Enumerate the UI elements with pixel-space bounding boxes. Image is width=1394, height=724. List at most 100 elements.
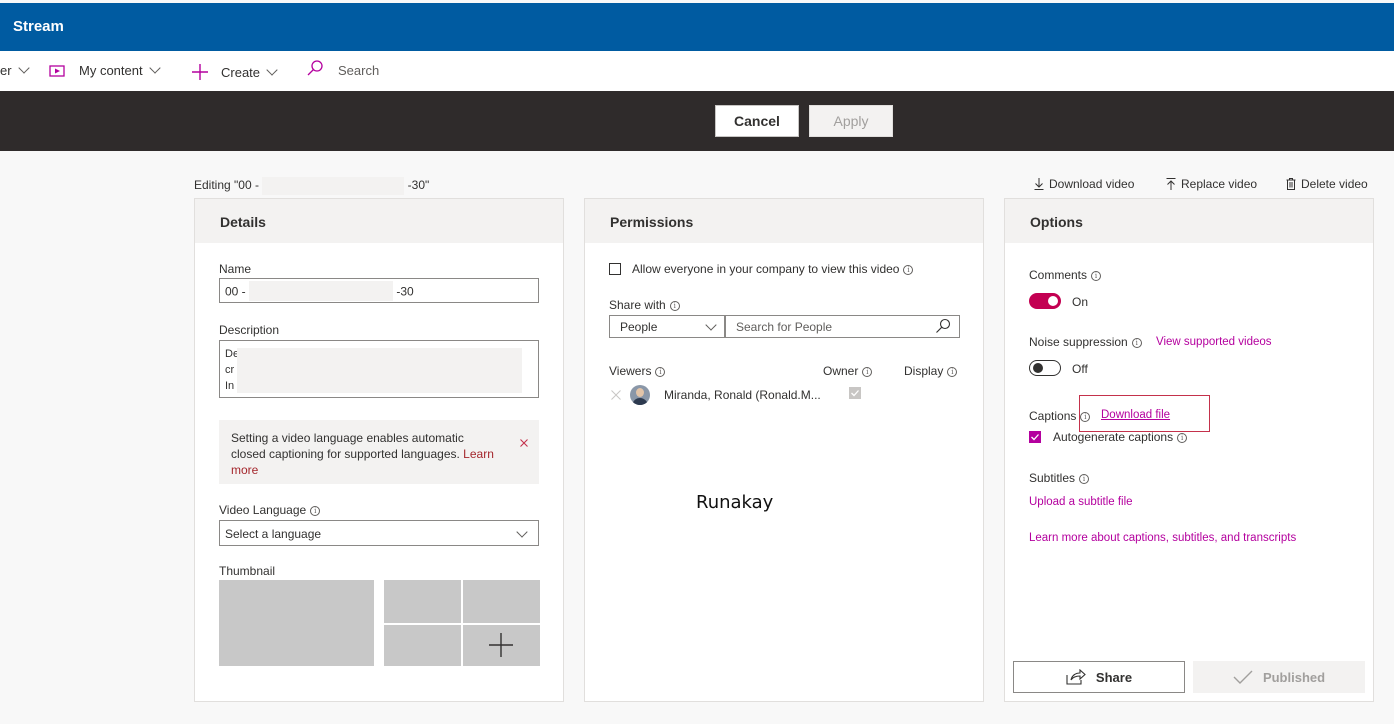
learn-more-captions-link[interactable]: Learn more about captions, subtitles, an… [1029, 532, 1296, 544]
redacted-region [249, 281, 394, 301]
allow-everyone-checkbox[interactable] [609, 263, 621, 275]
info-icon[interactable]: i [1131, 337, 1142, 348]
permissions-title: Permissions [585, 199, 983, 243]
thumbnail-label: Thumbnail [219, 564, 276, 578]
upload-subtitle-link[interactable]: Upload a subtitle file [1029, 496, 1133, 508]
nav-item-partial[interactable]: er [0, 62, 30, 78]
add-thumbnail-button[interactable] [463, 625, 540, 666]
nav-create-label: Create [221, 64, 261, 80]
search-icon [936, 318, 951, 333]
view-supported-videos-link[interactable]: View supported videos [1156, 336, 1272, 348]
editing-suffix: -30" [407, 178, 430, 193]
replace-video-label: Replace video [1181, 177, 1258, 191]
autogenerate-checkbox[interactable] [1029, 431, 1041, 443]
info-icon[interactable]: i [1177, 432, 1188, 443]
toggle-knob [1033, 363, 1043, 373]
share-with-text: Share with [609, 298, 666, 312]
nav-item-create[interactable]: Create [191, 63, 278, 81]
name-label: Name [219, 262, 252, 276]
info-icon[interactable]: i [310, 505, 321, 516]
thumbnail-selected[interactable] [219, 580, 374, 666]
details-title: Details [195, 199, 563, 243]
owner-text: Owner [823, 364, 859, 378]
options-title: Options [1005, 199, 1373, 243]
share-with-label: Share with i [609, 298, 680, 312]
share-with-select[interactable]: People [609, 315, 725, 338]
cancel-button[interactable]: Cancel [715, 105, 799, 137]
autogenerate-label: Autogenerate captions i [1053, 430, 1188, 444]
share-icon [1066, 669, 1086, 685]
name-field[interactable]: 00 - -30 [219, 278, 539, 303]
allow-everyone-text: Allow everyone in your company to view t… [632, 262, 900, 276]
remove-icon[interactable] [611, 390, 621, 400]
info-icon[interactable]: i [903, 264, 914, 275]
plus-icon [489, 633, 513, 657]
details-panel: Details Name 00 - -30 Description De cr … [194, 198, 564, 702]
share-with-value: People [620, 320, 658, 334]
video-language-value: Select a language [225, 527, 322, 541]
chevron-down-icon [17, 62, 30, 74]
comments-text: Comments [1029, 268, 1088, 282]
learn-more-link-part: more [231, 463, 259, 477]
chevron-down-icon [516, 526, 528, 538]
redacted-region [237, 348, 522, 393]
info-icon[interactable]: i [1079, 473, 1090, 484]
chevron-down-icon [266, 63, 278, 76]
editing-prefix: Editing "00 - [194, 178, 259, 193]
apply-button[interactable]: Apply [809, 105, 893, 137]
info-icon[interactable]: i [947, 366, 958, 377]
noise-toggle[interactable] [1029, 360, 1061, 376]
trash-icon [1286, 178, 1296, 190]
display-label: Display i [904, 364, 958, 378]
subtitles-label: Subtitles i [1029, 471, 1090, 485]
search-input[interactable]: Search [338, 63, 379, 78]
description-label: Description [219, 323, 280, 337]
published-label: Published [1262, 669, 1326, 685]
viewer-name: Miranda, Ronald (Ronald.M... [664, 388, 821, 402]
search-box[interactable]: Search [306, 59, 379, 78]
close-icon[interactable] [520, 439, 528, 447]
video-language-label-text: Video Language [219, 503, 307, 517]
download-video-label: Download video [1049, 177, 1135, 191]
display-text: Display [904, 364, 944, 378]
replace-video-button[interactable]: Replace video [1166, 177, 1257, 191]
share-button[interactable]: Share [1013, 661, 1185, 693]
info-icon[interactable]: i [1091, 270, 1102, 281]
nav-item-my-content[interactable]: My content [49, 62, 161, 78]
notice-text-block: Setting a video language enables automat… [231, 430, 501, 478]
chevron-down-icon [148, 62, 161, 74]
highlight-box [1079, 395, 1210, 432]
published-button[interactable]: Published [1193, 661, 1365, 693]
thumbnail-option[interactable] [384, 580, 461, 623]
delete-video-button[interactable]: Delete video [1286, 177, 1368, 191]
info-icon[interactable]: i [655, 366, 666, 377]
name-suffix: -30 [396, 284, 414, 299]
owner-checkbox[interactable] [849, 387, 861, 399]
thumbnail-option[interactable] [384, 625, 461, 666]
thumbnail-option[interactable] [463, 580, 540, 623]
captions-text: Captions [1029, 409, 1077, 423]
info-icon[interactable]: i [862, 366, 873, 377]
description-field[interactable]: De cr In [219, 340, 539, 398]
viewers-label: Viewers i [609, 364, 666, 378]
comments-toggle[interactable] [1029, 293, 1061, 309]
editing-title: Editing "00 - -30" [194, 177, 429, 195]
upload-icon [1166, 178, 1176, 190]
toggle-knob [1048, 296, 1058, 306]
chevron-down-icon [705, 319, 717, 331]
app-title[interactable]: Stream [13, 18, 64, 35]
nav-bar: er My content Create Search [0, 51, 1394, 91]
noise-text: Noise suppression [1029, 335, 1128, 349]
avatar [630, 385, 650, 405]
options-panel: Options Comments i On Noise suppression i … [1004, 198, 1374, 702]
nav-my-content-label: My content [79, 63, 143, 78]
download-video-button[interactable]: Download video [1034, 177, 1134, 191]
info-icon[interactable]: i [669, 300, 680, 311]
check-icon [1031, 434, 1039, 441]
video-language-label: Video Language i [219, 503, 321, 517]
comments-state: On [1072, 295, 1089, 309]
plus-icon [192, 64, 208, 80]
search-people-input[interactable]: Search for People [725, 315, 960, 338]
video-language-select[interactable]: Select a language [219, 520, 539, 546]
redacted-region [262, 177, 405, 195]
